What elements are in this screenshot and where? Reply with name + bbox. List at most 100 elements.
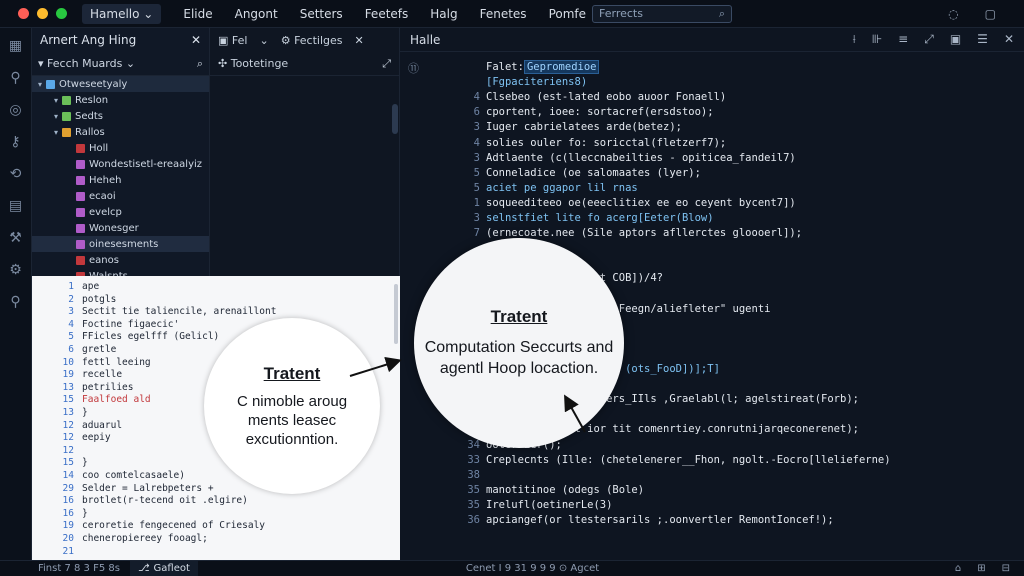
code-line: 16 brotlet(r-tecend oit .elgire) [32,494,248,507]
save-icon[interactable]: ▣ [950,32,961,47]
tree-item-label: oinesesments [89,238,159,250]
tree-item[interactable]: ▾ Rallos [32,124,209,140]
menu-item[interactable]: Pomfe [549,7,586,21]
menu-item[interactable]: Halg [430,7,457,21]
callout-body: C nimoble aroug ments leasec excutionnti… [236,392,348,448]
line-text: soqueediteeo oe(eeeclitiex ee eo ceyent … [486,196,796,209]
line-text: } [82,507,88,519]
callout-title: Tratent [263,363,321,383]
tree-item-label: Reslon [75,94,109,106]
tree-item[interactable]: Holl [32,140,209,156]
line-number: 15 [62,457,74,469]
split-icon[interactable]: ⟊ [853,32,856,47]
terminal-icon[interactable]: ▤ [6,196,26,216]
menu-item[interactable]: Fenetes [480,7,527,21]
explorer-subheader[interactable]: ▾ Fecch Muards ⌄ ⌕ [32,52,209,76]
line-number: 7 [473,227,480,240]
close-icon[interactable]: ✕ [1004,32,1014,47]
tab-file[interactable]: ▣ Fel [218,34,247,47]
code-line: 7 (ernecoate.nee (Sile aptors afllerctes… [400,226,802,240]
menu-item[interactable]: Angont [235,7,278,21]
tree-item[interactable]: eanos [32,252,209,268]
bell-icon[interactable]: ⌂ [955,563,961,574]
settings-icon[interactable]: ⚙ [6,260,26,280]
status-right: ⌂ ⊞ ⊟ [955,563,1024,574]
scrollbar[interactable] [394,284,398,344]
code-line: 35 manotitinoe (odegs (Bole) [400,483,644,497]
menu-item[interactable]: Elide [183,7,212,21]
code-line: 16 } [32,507,88,520]
close-window-button[interactable] [18,8,29,19]
notification-icon[interactable]: ⊟ [1002,563,1010,574]
tools-icon[interactable]: ⚒ [6,228,26,248]
menu-item-active[interactable]: Hamello ⌄ [82,3,162,24]
file-type-icon [76,191,85,201]
debug-icon[interactable]: ⟲ [6,164,26,184]
line-text: Sectit tie taliencile, arenaillont [82,306,277,318]
search-label: Ferrects [599,7,643,20]
tree-item[interactable]: oinesesments [32,236,209,252]
search-icon: ⌕ [718,6,726,20]
pin-icon[interactable]: ⤢ [382,57,391,71]
menu-bar: Hamello ⌄ Elide Angont Setters Feetefs H… [82,3,586,24]
minimize-window-button[interactable] [37,8,48,19]
code-line: 1 soqueediteeo oe(eeeclitiex ee eo ceyen… [400,196,796,210]
sync-icon[interactable]: ⊞ [977,563,985,574]
search-input[interactable]: Ferrects ⌕ [592,4,733,23]
pin-icon[interactable]: ⤢ [924,32,934,47]
menu-item[interactable]: Setters [300,7,343,21]
tree-item[interactable]: ▾ Otweseetyaly [32,76,209,92]
file-type-icon [62,111,72,121]
editor-header: Halle ⟊ ⊪ ≡ ⤢ ▣ ☰ ✕ [400,28,1024,52]
close-icon[interactable]: ✕ [355,34,364,47]
selected-token[interactable]: Gepromedioe [523,60,600,74]
tree-item[interactable]: Wondestisetl-ereaalyiz [32,156,209,172]
tree-item[interactable]: ▾ Reslon [32,92,209,108]
tree-item[interactable]: Heheh [32,172,209,188]
file-type-icon [76,255,85,265]
status-left: Finst 7 8 3 F5 8s [38,563,120,574]
line-text: aduarul [82,419,123,431]
line-text: Falet: [486,61,524,73]
code-line: 5 Conneladice (oe salomaates (lyer); [400,166,701,180]
line-text: potgls [82,293,117,305]
line-text: coo comtelcasaele) [82,470,185,481]
line-number: 38 [467,468,480,481]
tree-item-label: Otweseetyaly [59,78,128,90]
tree-item-label: evelcp [89,206,122,218]
maximize-window-button[interactable] [56,8,67,19]
refresh-icon[interactable]: ◌ [948,7,958,21]
menu-item[interactable]: Feetefs [365,7,409,21]
account-icon[interactable]: ⚲ [6,292,26,312]
line-text: Creplecnts (Ille: (chetelenerer__Fhon, n… [486,453,891,466]
plus-icon[interactable]: ✣ [218,57,227,70]
tree-item[interactable]: ecaoi [32,188,209,204]
status-branch[interactable]: ⎇ Gafleot [130,560,198,576]
code-line: 1 ape [32,280,99,293]
source-control-icon[interactable]: ⚷ [6,132,26,152]
window-icon[interactable]: ▢ [985,7,996,21]
extensions-icon[interactable]: ◎ [6,100,26,120]
line-number: 5 [68,331,74,343]
search-icon[interactable]: ⚲ [6,68,26,88]
search-icon[interactable]: ⌕ [197,57,203,71]
line-number: 21 [62,545,74,557]
tree-item[interactable]: Wonesger [32,220,209,236]
outline-panel: ▣ Fel ⌄ ⚙ Fectilges ✕ ✣ Tootetinge ⤢ [210,28,400,276]
tab-features[interactable]: ⚙ Fectilges [281,34,343,47]
close-icon[interactable]: ✕ [191,33,201,47]
code-line: 2 potgls [32,293,116,306]
chevron-down-icon[interactable]: ⌄ [259,34,268,47]
title-bar: Hamello ⌄ Elide Angont Setters Feetefs H… [0,0,1024,28]
tree-item[interactable]: ▾ Sedts [32,108,209,124]
file-type-icon [76,223,85,233]
tree-item[interactable]: evelcp [32,204,209,220]
list-icon[interactable]: ≡ [898,32,908,47]
window-controls [0,8,74,19]
scrollbar[interactable] [392,104,398,134]
menu-icon[interactable]: ☰ [977,32,988,47]
layout-icon[interactable]: ⊪ [872,32,882,47]
editor-actions: ⟊ ⊪ ≡ ⤢ ▣ ☰ ✕ [853,32,1014,47]
files-icon[interactable]: ▦ [6,36,26,56]
line-number: 5 [473,166,480,179]
